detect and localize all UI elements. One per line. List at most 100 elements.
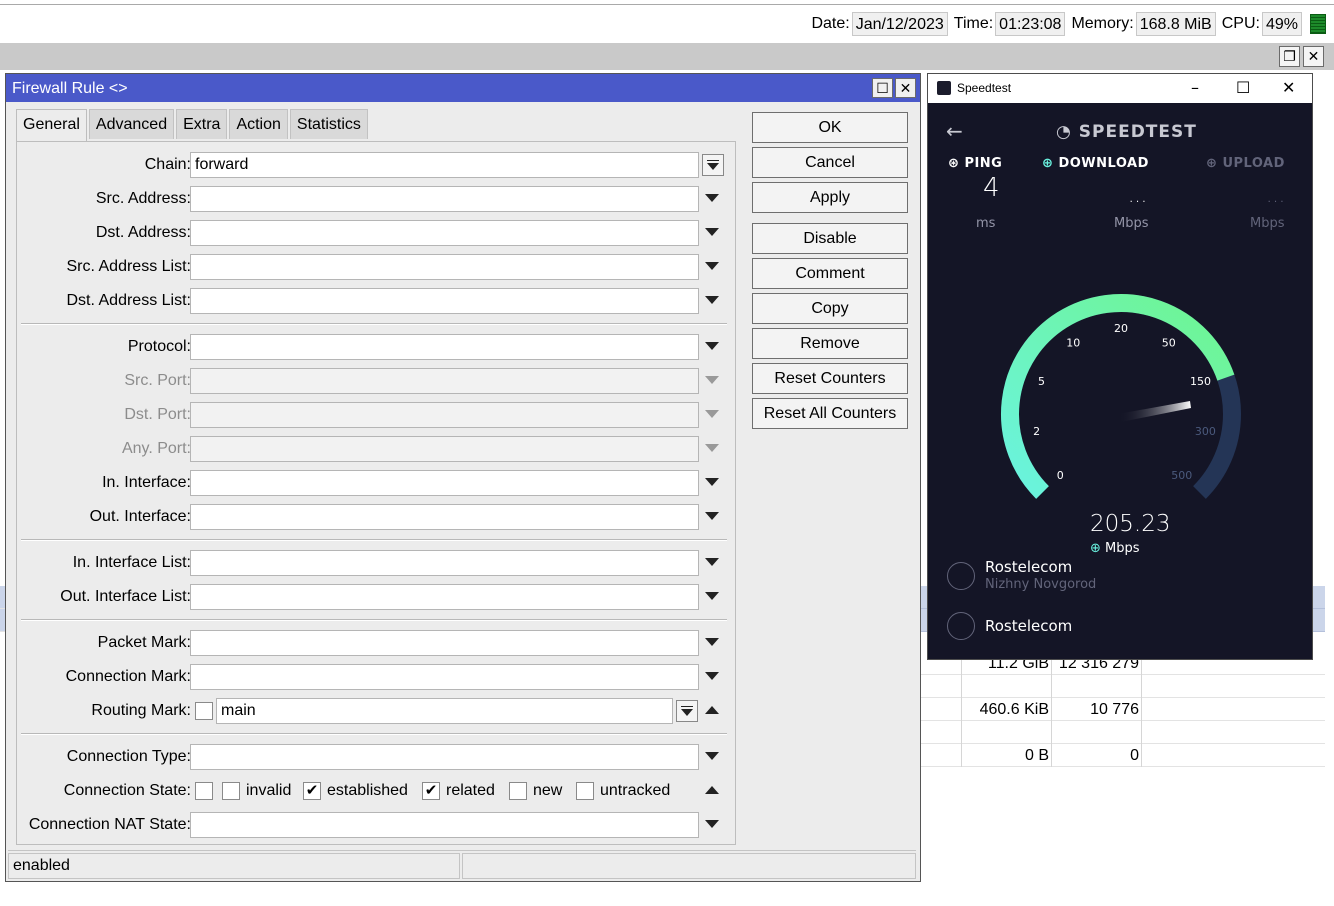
upload-label: UPLOAD <box>1222 156 1285 171</box>
maximize-dialog-button[interactable]: ☐ <box>872 78 893 98</box>
tab-statistics[interactable]: Statistics <box>289 109 368 139</box>
status-extra-cell <box>462 853 916 879</box>
in-interface-label: In. Interface: <box>102 474 191 491</box>
maximize-icon: ☐ <box>876 79 889 96</box>
apply-button[interactable]: Apply <box>752 182 908 213</box>
connection-type-expand-icon[interactable] <box>705 752 719 760</box>
ping-unit: ms <box>976 216 996 231</box>
in-interface-expand-icon[interactable] <box>705 478 719 486</box>
state-new-checkbox[interactable] <box>509 782 527 800</box>
tab-action[interactable]: Action <box>229 109 288 139</box>
in-interface-list-label: In. Interface List: <box>72 554 191 571</box>
dialog-title-bar[interactable]: Firewall Rule <> ☐ ✕ <box>6 74 920 102</box>
out-interface-row: Out. Interface: <box>17 504 737 530</box>
dst-address-list-expand-icon[interactable] <box>705 296 719 304</box>
download-metric: ⊕ DOWNLOAD <box>1042 156 1149 171</box>
state-established-label: established <box>327 782 408 799</box>
gauge-tick-label: 150 <box>1190 375 1211 388</box>
tab-general[interactable]: General <box>16 109 87 142</box>
routing-mark-input[interactable]: main <box>216 698 673 724</box>
protocol-expand-icon[interactable] <box>705 342 719 350</box>
routing-mark-dropdown-button[interactable] <box>676 700 698 722</box>
state-established-checkbox[interactable]: ✔ <box>303 782 321 800</box>
src-address-input[interactable] <box>190 186 699 212</box>
dst-address-expand-icon[interactable] <box>705 228 719 236</box>
connection-nat-state-expand-icon[interactable] <box>705 820 719 828</box>
connection-mark-input[interactable] <box>190 664 699 690</box>
tab-advanced[interactable]: Advanced <box>88 109 175 139</box>
copy-button[interactable]: Copy <box>752 293 908 324</box>
speedtest-content: ← ◔ SPEEDTEST ⊛ PING ⊕ DOWNLOAD ⊕ UPLOAD… <box>928 103 1312 659</box>
reset-all-counters-button[interactable]: Reset All Counters <box>752 398 908 429</box>
protocol-row: Protocol: <box>17 334 737 360</box>
src-address-list-input[interactable] <box>190 254 699 280</box>
dst-port-expand-icon <box>705 410 719 418</box>
packet-mark-input[interactable] <box>190 630 699 656</box>
speedtest-title-bar[interactable]: Speedtest – ☐ ✕ <box>928 74 1312 103</box>
connection-type-row: Connection Type: <box>17 744 737 770</box>
src-address-list-expand-icon[interactable] <box>705 262 719 270</box>
routing-mark-negate-checkbox[interactable] <box>195 702 213 720</box>
src-address-expand-icon[interactable] <box>705 194 719 202</box>
out-interface-list-expand-icon[interactable] <box>705 592 719 600</box>
table-row[interactable]: 460.6 KiB 10 776 <box>920 698 1325 721</box>
connection-nat-state-input[interactable] <box>190 812 699 838</box>
in-interface-list-input[interactable] <box>190 550 699 576</box>
back-arrow-icon[interactable]: ← <box>946 119 963 143</box>
dst-address-input[interactable] <box>190 220 699 246</box>
routing-mark-collapse-icon[interactable] <box>705 706 719 714</box>
protocol-input[interactable] <box>190 334 699 360</box>
out-interface-list-label: Out. Interface List: <box>60 588 191 605</box>
dst-address-list-row: Dst. Address List: <box>17 288 737 314</box>
connection-mark-label: Connection Mark: <box>65 668 191 685</box>
cancel-button[interactable]: Cancel <box>752 147 908 178</box>
close-speedtest-button[interactable]: ✕ <box>1282 78 1295 97</box>
src-port-row: Src. Port: <box>17 368 737 394</box>
table-row[interactable] <box>920 675 1325 698</box>
speedtest-brand-text: SPEEDTEST <box>1078 122 1197 142</box>
out-interface-input[interactable] <box>190 504 699 530</box>
chain-input[interactable]: forward <box>190 152 699 178</box>
connection-state-collapse-icon[interactable] <box>705 786 719 794</box>
packet-mark-expand-icon[interactable] <box>705 638 719 646</box>
tab-extra[interactable]: Extra <box>176 109 228 139</box>
ping-label: PING <box>964 156 1003 171</box>
comment-button[interactable]: Comment <box>752 258 908 289</box>
reset-counters-button[interactable]: Reset Counters <box>752 363 908 394</box>
restore-window-button[interactable]: ❐ <box>1279 46 1300 67</box>
in-interface-list-expand-icon[interactable] <box>705 558 719 566</box>
remove-button[interactable]: Remove <box>752 328 908 359</box>
close-workspace-button[interactable]: ✕ <box>1303 46 1324 67</box>
dst-port-label: Dst. Port: <box>124 406 191 423</box>
src-port-input <box>190 368 699 394</box>
state-untracked-checkbox[interactable] <box>576 782 594 800</box>
section-divider <box>21 539 727 541</box>
speed-gauge: 0 2 5 10 20 50 150 300 500 <box>1001 294 1241 499</box>
maximize-button[interactable]: ☐ <box>1236 78 1250 97</box>
isp-name[interactable]: Rostelecom <box>985 558 1072 576</box>
state-invalid-checkbox[interactable] <box>222 782 240 800</box>
connection-state-negate-checkbox[interactable] <box>195 782 213 800</box>
connection-mark-expand-icon[interactable] <box>705 672 719 680</box>
minimize-button[interactable]: – <box>1191 78 1199 97</box>
gauge-tick-label: 2 <box>1033 425 1040 438</box>
table-row[interactable]: 0 B 0 <box>920 744 1325 767</box>
server-name[interactable]: Rostelecom <box>985 617 1072 635</box>
state-related-checkbox[interactable]: ✔ <box>422 782 440 800</box>
close-dialog-button[interactable]: ✕ <box>895 78 916 98</box>
out-interface-expand-icon[interactable] <box>705 512 719 520</box>
disable-button[interactable]: Disable <box>752 223 908 254</box>
out-interface-list-input[interactable] <box>190 584 699 610</box>
in-interface-input[interactable] <box>190 470 699 496</box>
chain-dropdown-button[interactable] <box>702 154 724 176</box>
connection-type-input[interactable] <box>190 744 699 770</box>
server-icon <box>947 612 975 640</box>
ok-button[interactable]: OK <box>752 112 908 143</box>
dst-address-list-input[interactable] <box>190 288 699 314</box>
gauge-tick-label: 50 <box>1162 336 1176 349</box>
table-row[interactable] <box>920 721 1325 744</box>
upload-value: ... <box>1266 183 1286 207</box>
src-port-expand-icon <box>705 376 719 384</box>
bytes-cell: 0 B <box>1024 747 1049 764</box>
top-border <box>0 4 1334 5</box>
